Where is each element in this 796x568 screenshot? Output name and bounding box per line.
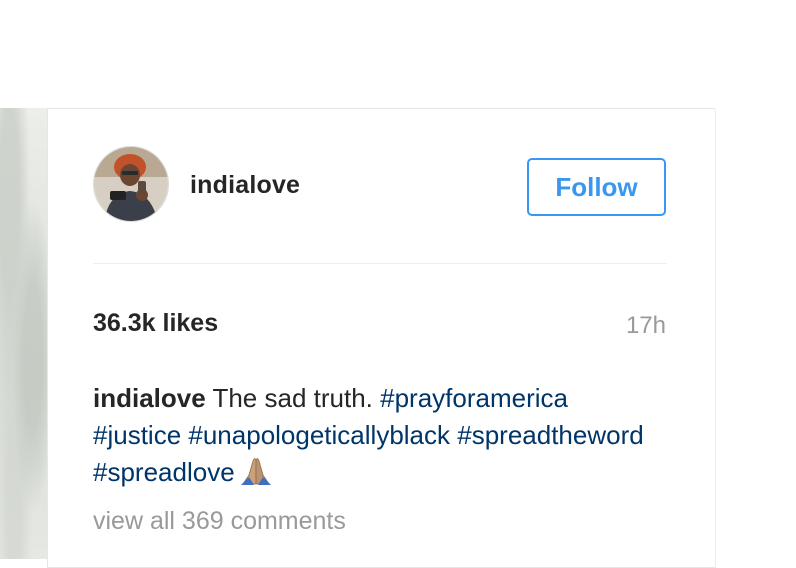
hashtag-link[interactable]: #unapologeticallyblack: [188, 420, 450, 450]
post-timestamp[interactable]: 17h: [626, 312, 666, 340]
caption-text: The sad truth.: [212, 383, 373, 413]
folded-hands-icon: [239, 455, 273, 495]
avatar-photo: [94, 147, 168, 221]
hashtag-link[interactable]: #spreadtheword: [457, 420, 643, 450]
caption-username[interactable]: indialove: [93, 383, 206, 413]
post-caption: indialove The sad truth. #prayforamerica…: [93, 380, 653, 495]
username[interactable]: indialove: [190, 171, 300, 200]
post-side-panel: indialove Follow 36.3k likes 17h indialo…: [47, 108, 716, 568]
view-all-comments-link[interactable]: view all 369 comments: [93, 507, 346, 536]
hashtag-link[interactable]: #justice: [93, 420, 181, 450]
header-divider: [93, 263, 667, 264]
follow-button[interactable]: Follow: [527, 158, 666, 216]
post-image-edge[interactable]: [0, 108, 47, 559]
avatar[interactable]: [93, 146, 169, 222]
hashtag-link[interactable]: #spreadlove: [93, 457, 235, 487]
likes-count[interactable]: 36.3k likes: [93, 309, 218, 338]
hashtag-link[interactable]: #prayforamerica: [380, 383, 568, 413]
